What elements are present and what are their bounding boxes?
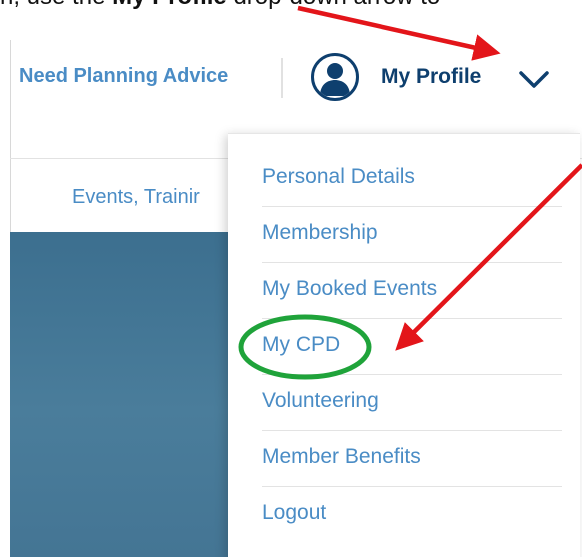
avatar-person-icon: [320, 63, 350, 96]
menu-item-volunteering[interactable]: Volunteering: [262, 375, 562, 431]
red-arrow-to-chevron: [297, 5, 501, 61]
instruction-text: n, use the My Profile drop-down arrow to: [0, 0, 582, 11]
menu-item-my-booked-events[interactable]: My Booked Events: [262, 263, 562, 319]
menu-item-label: Membership: [262, 221, 378, 244]
menu-item-member-benefits[interactable]: Member Benefits: [262, 431, 562, 487]
chevron-down-icon[interactable]: [517, 67, 551, 91]
menu-item-personal-details[interactable]: Personal Details: [262, 151, 562, 207]
menu-item-logout[interactable]: Logout: [262, 487, 562, 543]
hero-banner: [10, 232, 250, 557]
menu-item-label: My CPD: [262, 333, 341, 356]
menu-item-label: Member Benefits: [262, 445, 421, 468]
menu-item-label: Personal Details: [262, 165, 415, 188]
menu-item-label: Volunteering: [262, 389, 379, 412]
menu-item-membership[interactable]: Membership: [262, 207, 562, 263]
my-profile-label[interactable]: My Profile: [381, 65, 481, 89]
header-separator: [281, 58, 283, 98]
menu-item-label: My Booked Events: [262, 277, 438, 300]
screenshot-stage: n, use the My Profile drop-down arrow to…: [0, 0, 582, 557]
user-avatar-icon[interactable]: [311, 53, 359, 101]
menu-item-label: Logout: [262, 501, 327, 524]
profile-dropdown-menu: Personal Details Membership My Booked Ev…: [228, 133, 580, 557]
menu-item-my-cpd[interactable]: My CPD: [262, 319, 562, 375]
need-planning-advice-link[interactable]: Need Planning Advice: [19, 65, 228, 88]
nav-item-events-training[interactable]: Events, Trainir: [72, 186, 200, 209]
